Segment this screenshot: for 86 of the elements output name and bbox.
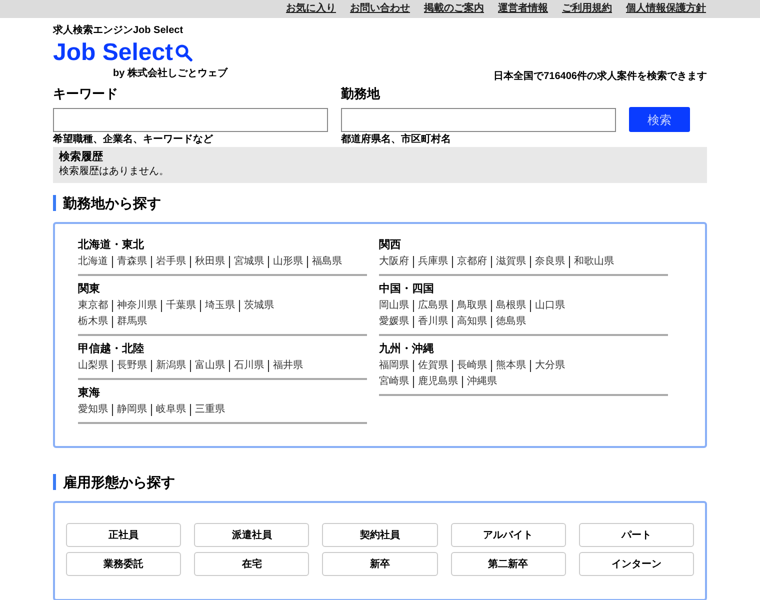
prefecture-link[interactable]: 岡山県 — [379, 300, 409, 312]
region-heading: 甲信越・北陸 — [78, 342, 145, 356]
prefecture-link[interactable]: 三重県 — [190, 404, 225, 416]
prefecture-link[interactable]: 山形県 — [268, 256, 303, 268]
location-input[interactable] — [341, 108, 616, 132]
field-hint: 都道府県名、市区町村名 — [341, 134, 452, 146]
prefecture-link[interactable]: 高知県 — [452, 316, 487, 328]
prefecture-link[interactable]: 長野県 — [112, 360, 147, 372]
field-label: キーワード — [53, 85, 119, 103]
prefecture-link[interactable]: 東京都 — [78, 300, 108, 312]
employment-type-button[interactable]: 在宅 — [194, 552, 310, 576]
prefecture-link[interactable]: 熊本県 — [491, 360, 526, 372]
prefecture-link[interactable]: 宮崎県 — [379, 376, 409, 388]
prefecture-link[interactable]: 大分県 — [530, 360, 565, 372]
prefecture-link[interactable]: 埼玉県 — [200, 300, 235, 312]
prefecture-link[interactable]: 長崎県 — [452, 360, 487, 372]
employment-type-button[interactable]: 派遣社員 — [194, 523, 310, 547]
prefecture-link[interactable]: 沖縄県 — [462, 376, 497, 388]
prefecture-link[interactable]: 鳥取県 — [452, 300, 487, 312]
prefecture-link[interactable]: 鹿児島県 — [413, 376, 458, 388]
search-icon — [175, 44, 194, 62]
prefecture-link[interactable]: 山口県 — [530, 300, 565, 312]
prefecture-link[interactable]: 石川県 — [229, 360, 264, 372]
region-heading: 中国・四国 — [379, 282, 435, 296]
prefecture-link[interactable]: 北海道 — [78, 256, 108, 268]
prefecture-link[interactable]: 富山県 — [190, 360, 225, 372]
prefecture-link[interactable]: 山梨県 — [78, 360, 108, 372]
top-nav-link[interactable]: 掲載のご案内 — [424, 4, 484, 14]
prefecture-link[interactable]: 福井県 — [268, 360, 303, 372]
history-title: 検索履歴 — [59, 151, 104, 165]
logo-text[interactable]: Job Select — [53, 38, 174, 68]
prefecture-link[interactable]: 新潟県 — [151, 360, 186, 372]
top-nav-link[interactable]: お気に入り — [286, 4, 336, 14]
search-button[interactable]: 検索 — [629, 107, 690, 132]
prefecture-link[interactable]: 香川県 — [413, 316, 448, 328]
region-heading: 関東 — [78, 282, 101, 296]
prefecture-link[interactable]: 岩手県 — [151, 256, 186, 268]
prefecture-link[interactable]: 愛媛県 — [379, 316, 409, 328]
prefecture-link[interactable]: 島根県 — [491, 300, 526, 312]
prefecture-link[interactable]: 滋賀県 — [491, 256, 526, 268]
prefecture-link[interactable]: 奈良県 — [530, 256, 565, 268]
employment-type-button[interactable]: インターン — [578, 552, 694, 576]
prefecture-link[interactable]: 栃木県 — [78, 316, 108, 328]
history-message: 検索履歴はありません。 — [59, 166, 170, 178]
prefecture-link[interactable]: 岐阜県 — [151, 404, 186, 416]
prefecture-link[interactable]: 福島県 — [307, 256, 342, 268]
prefecture-link[interactable]: 愛知県 — [78, 404, 108, 416]
top-nav-link[interactable]: お問い合わせ — [350, 4, 410, 14]
section-heading: 雇用形態から探す — [53, 474, 175, 490]
region-heading: 九州・沖縄 — [379, 342, 435, 356]
prefecture-link[interactable]: 広島県 — [413, 300, 448, 312]
region-heading: 関西 — [379, 238, 402, 252]
region-heading: 北海道・東北 — [78, 238, 145, 252]
prefecture-link[interactable]: 兵庫県 — [413, 256, 448, 268]
prefecture-link[interactable]: 青森県 — [112, 256, 147, 268]
prefecture-link[interactable]: 宮城県 — [229, 256, 264, 268]
field-label: 勤務地 — [341, 85, 382, 103]
prefecture-link[interactable]: 徳島県 — [491, 316, 526, 328]
prefecture-link[interactable]: 千葉県 — [161, 300, 196, 312]
keyword-input[interactable] — [53, 108, 328, 132]
employment-type-button[interactable]: パート — [578, 523, 694, 547]
employment-type-button[interactable]: アルバイト — [450, 523, 566, 547]
byline: by 株式会社しごとウェブ — [112, 68, 228, 80]
top-nav-link[interactable]: 運営者情報 — [498, 4, 548, 14]
prefecture-link[interactable]: 和歌山県 — [569, 256, 614, 268]
job-count-text: 日本全国で716406件の求人案件を検索できます — [494, 69, 707, 84]
employment-type-button[interactable]: 契約社員 — [322, 523, 438, 547]
top-nav-link[interactable]: 個人情報保護方針 — [626, 4, 706, 14]
section-heading: 勤務地から探す — [53, 195, 161, 211]
region-heading: 東海 — [78, 386, 101, 400]
prefecture-link[interactable]: 茨城県 — [239, 300, 274, 312]
prefecture-link[interactable]: 福岡県 — [379, 360, 409, 372]
prefecture-link[interactable]: 秋田県 — [190, 256, 225, 268]
prefecture-link[interactable]: 佐賀県 — [413, 360, 448, 372]
prefecture-link[interactable]: 大阪府 — [379, 256, 409, 268]
top-nav-link[interactable]: ご利用規約 — [562, 4, 612, 14]
tagline: 求人検索エンジンJob Select — [53, 25, 184, 38]
prefecture-link[interactable]: 神奈川県 — [112, 300, 157, 312]
prefecture-link[interactable]: 群馬県 — [112, 316, 147, 328]
employment-type-button[interactable]: 正社員 — [66, 523, 182, 547]
employment-type-button[interactable]: 業務委託 — [66, 552, 182, 576]
employment-type-button[interactable]: 新卒 — [322, 552, 438, 576]
field-hint: 希望職種、企業名、キーワードなど — [53, 134, 214, 146]
employment-type-button[interactable]: 第二新卒 — [450, 552, 566, 576]
prefecture-link[interactable]: 京都府 — [452, 256, 487, 268]
prefecture-link[interactable]: 静岡県 — [112, 404, 147, 416]
